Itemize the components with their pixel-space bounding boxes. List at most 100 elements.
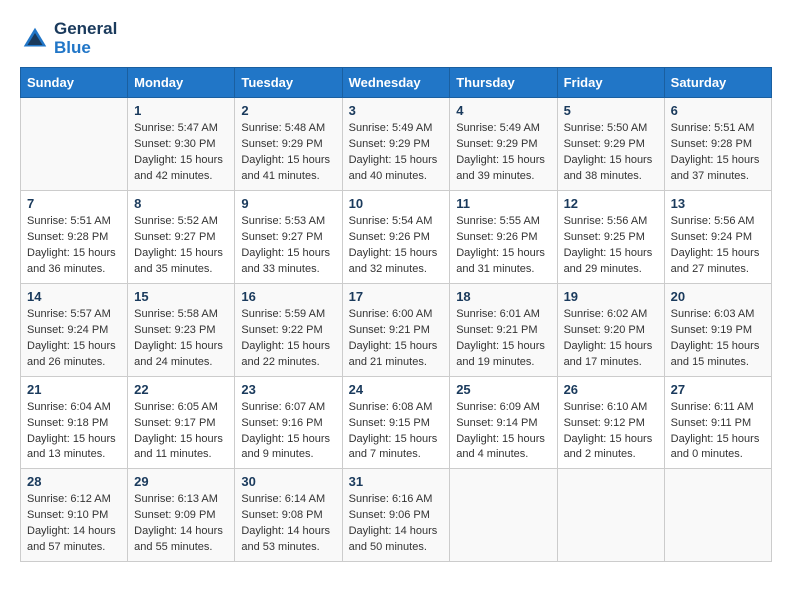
- day-number: 30: [241, 474, 335, 489]
- day-info: Sunrise: 6:01 AM Sunset: 9:21 PM Dayligh…: [456, 307, 550, 371]
- weekday-header-saturday: Saturday: [664, 68, 771, 98]
- weekday-header-thursday: Thursday: [450, 68, 557, 98]
- calendar-cell: 9 Sunrise: 5:53 AM Sunset: 9:27 PM Daylig…: [235, 191, 342, 284]
- day-info: Sunrise: 5:56 AM Sunset: 9:24 PM Dayligh…: [671, 214, 765, 278]
- day-number: 3: [349, 103, 444, 118]
- day-info: Sunrise: 5:52 AM Sunset: 9:27 PM Dayligh…: [134, 214, 228, 278]
- logo-wordmark: General Blue: [54, 20, 117, 57]
- day-number: 21: [27, 382, 121, 397]
- day-info: Sunrise: 5:49 AM Sunset: 9:29 PM Dayligh…: [349, 121, 444, 185]
- calendar-cell: [557, 469, 664, 562]
- calendar-cell: 21 Sunrise: 6:04 AM Sunset: 9:18 PM Dayli…: [21, 376, 128, 469]
- day-number: 16: [241, 289, 335, 304]
- calendar-cell: 22Sunrise: 6:05 AM Sunset: 9:17 PM Dayli…: [128, 376, 235, 469]
- day-info: Sunrise: 5:49 AM Sunset: 9:29 PM Dayligh…: [456, 121, 550, 185]
- day-info: Sunrise: 6:12 AM Sunset: 9:10 PM Dayligh…: [27, 492, 121, 556]
- calendar-cell: [21, 98, 128, 191]
- calendar-cell: 31 Sunrise: 6:16 AM Sunset: 9:06 PM Dayli…: [342, 469, 450, 562]
- day-number: 15: [134, 289, 228, 304]
- calendar-cell: 4 Sunrise: 5:49 AM Sunset: 9:29 PM Daylig…: [450, 98, 557, 191]
- day-number: 9: [241, 196, 335, 211]
- day-info: Sunrise: 5:56 AM Sunset: 9:25 PM Dayligh…: [564, 214, 658, 278]
- calendar-cell: 19 Sunrise: 6:02 AM Sunset: 9:20 PM Dayli…: [557, 283, 664, 376]
- day-info: Sunrise: 5:57 AM Sunset: 9:24 PM Dayligh…: [27, 307, 121, 371]
- logo: General Blue: [20, 20, 117, 57]
- day-number: 4: [456, 103, 550, 118]
- calendar-cell: 18Sunrise: 6:01 AM Sunset: 9:21 PM Dayli…: [450, 283, 557, 376]
- day-info: Sunrise: 6:16 AM Sunset: 9:06 PM Dayligh…: [349, 492, 444, 556]
- calendar-cell: 17Sunrise: 6:00 AM Sunset: 9:21 PM Dayli…: [342, 283, 450, 376]
- day-info: Sunrise: 6:05 AM Sunset: 9:17 PM Dayligh…: [134, 400, 228, 464]
- day-info: Sunrise: 6:04 AM Sunset: 9:18 PM Dayligh…: [27, 400, 121, 464]
- day-number: 29: [134, 474, 228, 489]
- calendar-cell: 15 Sunrise: 5:58 AM Sunset: 9:23 PM Dayli…: [128, 283, 235, 376]
- calendar-cell: 28 Sunrise: 6:12 AM Sunset: 9:10 PM Dayli…: [21, 469, 128, 562]
- day-info: Sunrise: 6:13 AM Sunset: 9:09 PM Dayligh…: [134, 492, 228, 556]
- day-number: 13: [671, 196, 765, 211]
- day-number: 5: [564, 103, 658, 118]
- day-number: 12: [564, 196, 658, 211]
- calendar-week-row: 1Sunrise: 5:47 AM Sunset: 9:30 PM Daylig…: [21, 98, 772, 191]
- day-info: Sunrise: 5:48 AM Sunset: 9:29 PM Dayligh…: [241, 121, 335, 185]
- calendar-cell: 26 Sunrise: 6:10 AM Sunset: 9:12 PM Dayli…: [557, 376, 664, 469]
- day-info: Sunrise: 5:51 AM Sunset: 9:28 PM Dayligh…: [671, 121, 765, 185]
- day-number: 11: [456, 196, 550, 211]
- day-number: 6: [671, 103, 765, 118]
- page-header: General Blue: [20, 20, 772, 57]
- logo-icon: [20, 24, 50, 54]
- day-number: 26: [564, 382, 658, 397]
- calendar-week-row: 14Sunrise: 5:57 AM Sunset: 9:24 PM Dayli…: [21, 283, 772, 376]
- day-number: 19: [564, 289, 658, 304]
- day-number: 23: [241, 382, 335, 397]
- calendar-week-row: 7Sunrise: 5:51 AM Sunset: 9:28 PM Daylig…: [21, 191, 772, 284]
- weekday-header-sunday: Sunday: [21, 68, 128, 98]
- day-number: 28: [27, 474, 121, 489]
- day-info: Sunrise: 6:14 AM Sunset: 9:08 PM Dayligh…: [241, 492, 335, 556]
- calendar-cell: 23 Sunrise: 6:07 AM Sunset: 9:16 PM Dayli…: [235, 376, 342, 469]
- calendar-week-row: 21 Sunrise: 6:04 AM Sunset: 9:18 PM Dayli…: [21, 376, 772, 469]
- calendar-cell: 5 Sunrise: 5:50 AM Sunset: 9:29 PM Daylig…: [557, 98, 664, 191]
- day-info: Sunrise: 6:11 AM Sunset: 9:11 PM Dayligh…: [671, 400, 765, 464]
- calendar-cell: [450, 469, 557, 562]
- day-info: Sunrise: 6:10 AM Sunset: 9:12 PM Dayligh…: [564, 400, 658, 464]
- day-info: Sunrise: 6:09 AM Sunset: 9:14 PM Dayligh…: [456, 400, 550, 464]
- calendar-cell: 24 Sunrise: 6:08 AM Sunset: 9:15 PM Dayli…: [342, 376, 450, 469]
- calendar-cell: 2 Sunrise: 5:48 AM Sunset: 9:29 PM Daylig…: [235, 98, 342, 191]
- day-info: Sunrise: 5:59 AM Sunset: 9:22 PM Dayligh…: [241, 307, 335, 371]
- day-info: Sunrise: 5:53 AM Sunset: 9:27 PM Dayligh…: [241, 214, 335, 278]
- calendar-cell: 25 Sunrise: 6:09 AM Sunset: 9:14 PM Dayli…: [450, 376, 557, 469]
- weekday-header-friday: Friday: [557, 68, 664, 98]
- day-number: 24: [349, 382, 444, 397]
- calendar-cell: 1Sunrise: 5:47 AM Sunset: 9:30 PM Daylig…: [128, 98, 235, 191]
- calendar-cell: 14Sunrise: 5:57 AM Sunset: 9:24 PM Dayli…: [21, 283, 128, 376]
- calendar-cell: 7Sunrise: 5:51 AM Sunset: 9:28 PM Daylig…: [21, 191, 128, 284]
- day-info: Sunrise: 5:55 AM Sunset: 9:26 PM Dayligh…: [456, 214, 550, 278]
- day-info: Sunrise: 5:50 AM Sunset: 9:29 PM Dayligh…: [564, 121, 658, 185]
- calendar-week-row: 28 Sunrise: 6:12 AM Sunset: 9:10 PM Dayli…: [21, 469, 772, 562]
- calendar-cell: 11 Sunrise: 5:55 AM Sunset: 9:26 PM Dayli…: [450, 191, 557, 284]
- day-info: Sunrise: 5:51 AM Sunset: 9:28 PM Dayligh…: [27, 214, 121, 278]
- day-info: Sunrise: 5:58 AM Sunset: 9:23 PM Dayligh…: [134, 307, 228, 371]
- day-info: Sunrise: 5:47 AM Sunset: 9:30 PM Dayligh…: [134, 121, 228, 185]
- calendar-header: SundayMondayTuesdayWednesdayThursdayFrid…: [21, 68, 772, 98]
- calendar-cell: 10Sunrise: 5:54 AM Sunset: 9:26 PM Dayli…: [342, 191, 450, 284]
- calendar-cell: 30 Sunrise: 6:14 AM Sunset: 9:08 PM Dayli…: [235, 469, 342, 562]
- day-number: 31: [349, 474, 444, 489]
- day-number: 25: [456, 382, 550, 397]
- weekday-header-wednesday: Wednesday: [342, 68, 450, 98]
- day-number: 27: [671, 382, 765, 397]
- weekday-header-monday: Monday: [128, 68, 235, 98]
- calendar-cell: 13 Sunrise: 5:56 AM Sunset: 9:24 PM Dayli…: [664, 191, 771, 284]
- calendar-cell: 29 Sunrise: 6:13 AM Sunset: 9:09 PM Dayli…: [128, 469, 235, 562]
- calendar-cell: 8Sunrise: 5:52 AM Sunset: 9:27 PM Daylig…: [128, 191, 235, 284]
- day-info: Sunrise: 6:07 AM Sunset: 9:16 PM Dayligh…: [241, 400, 335, 464]
- day-number: 2: [241, 103, 335, 118]
- day-info: Sunrise: 6:02 AM Sunset: 9:20 PM Dayligh…: [564, 307, 658, 371]
- calendar-cell: 20Sunrise: 6:03 AM Sunset: 9:19 PM Dayli…: [664, 283, 771, 376]
- day-info: Sunrise: 6:08 AM Sunset: 9:15 PM Dayligh…: [349, 400, 444, 464]
- calendar-table: SundayMondayTuesdayWednesdayThursdayFrid…: [20, 67, 772, 562]
- day-info: Sunrise: 5:54 AM Sunset: 9:26 PM Dayligh…: [349, 214, 444, 278]
- calendar-cell: 12 Sunrise: 5:56 AM Sunset: 9:25 PM Dayli…: [557, 191, 664, 284]
- calendar-cell: 27 Sunrise: 6:11 AM Sunset: 9:11 PM Dayli…: [664, 376, 771, 469]
- day-number: 20: [671, 289, 765, 304]
